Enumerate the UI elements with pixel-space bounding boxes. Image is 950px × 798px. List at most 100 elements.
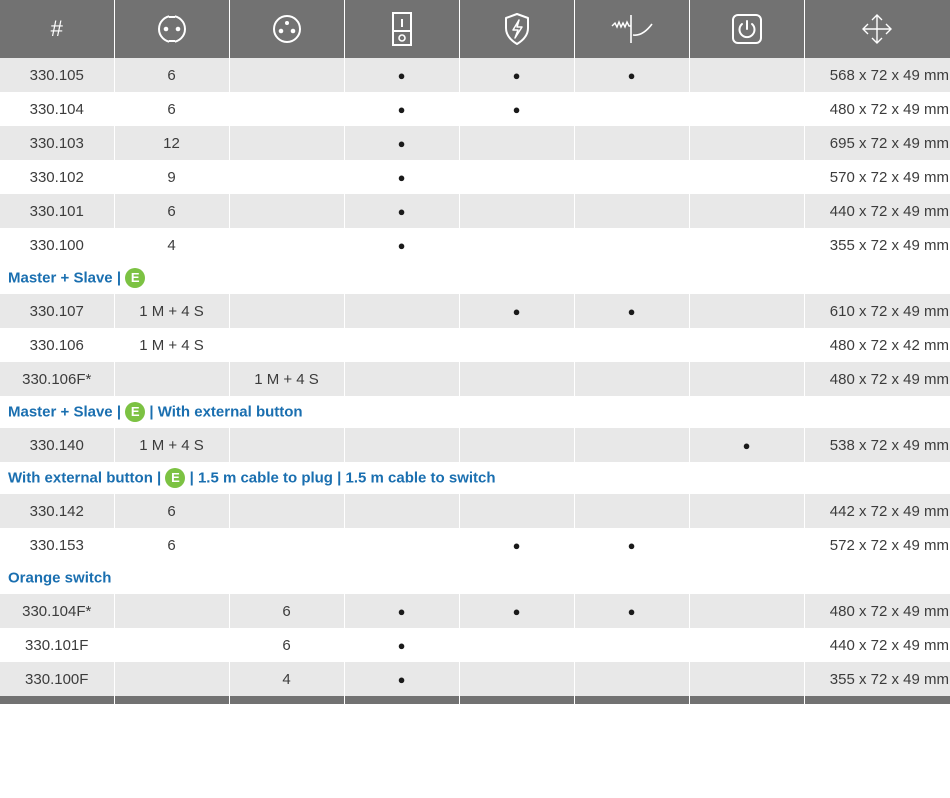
- filter-mark: [574, 160, 690, 194]
- section-title: Master + Slave |: [8, 403, 122, 421]
- section-heading: With external button | E | 1.5 m cable t…: [0, 462, 950, 494]
- french-sockets: [229, 428, 345, 462]
- french-sockets: [229, 494, 345, 528]
- external-button-mark: [689, 594, 805, 628]
- surge-protection-mark: [459, 662, 575, 696]
- french-sockets: 6: [229, 628, 345, 662]
- table-row: 330.140 1 M + 4 S ● 538 x 72 x 49 mm: [0, 428, 950, 462]
- table-row: 330.153 6 ● ● 572 x 72 x 49 mm: [0, 528, 950, 562]
- dimensions: 572 x 72 x 49 mm: [804, 528, 950, 562]
- switch-mark: [344, 328, 460, 362]
- table-row: 330.104 6 ● ● 480 x 72 x 49 mm: [0, 92, 950, 126]
- external-button-mark: [689, 528, 805, 562]
- switch-mark: [344, 528, 460, 562]
- french-sockets: [229, 126, 345, 160]
- surge-protection-mark: [459, 628, 575, 662]
- dimensions: 570 x 72 x 49 mm: [804, 160, 950, 194]
- switch-mark: ●: [344, 662, 460, 696]
- schuko-sockets: [114, 362, 230, 396]
- surge-protection-mark: [459, 160, 575, 194]
- schuko-sockets: 1 M + 4 S: [114, 328, 230, 362]
- table-row: 330.142 6 442 x 72 x 49 mm: [0, 494, 950, 528]
- surge-protection-shield-icon: [459, 0, 575, 58]
- filter-mark: ●: [574, 594, 690, 628]
- french-sockets: [229, 328, 345, 362]
- surge-protection-mark: [459, 494, 575, 528]
- section-title: Master + Slave |: [8, 269, 122, 287]
- schuko-sockets: 1 M + 4 S: [114, 294, 230, 328]
- schuko-sockets: 6: [114, 494, 230, 528]
- french-sockets: [229, 92, 345, 126]
- article-number: 330.142: [0, 494, 115, 528]
- product-table-page: # 330.105 6 ● ● ● 568 x 72 x 49 mm 330.1…: [0, 0, 950, 798]
- dimensions: 538 x 72 x 49 mm: [804, 428, 950, 462]
- section-title: With external button |: [8, 469, 162, 487]
- schuko-socket-icon: [114, 0, 230, 58]
- schuko-sockets: 6: [114, 58, 230, 92]
- article-number: 330.101F: [0, 628, 115, 662]
- dimensions: 355 x 72 x 49 mm: [804, 662, 950, 696]
- external-button-mark: ●: [689, 428, 805, 462]
- surge-protection-mark: [459, 362, 575, 396]
- header-row: #: [0, 0, 950, 58]
- power-button-icon: [689, 0, 805, 58]
- dimensions: 440 x 72 x 49 mm: [804, 194, 950, 228]
- column-header-number: #: [0, 0, 115, 58]
- article-number: 330.102: [0, 160, 115, 194]
- dimensions: 568 x 72 x 49 mm: [804, 58, 950, 92]
- table-row: 330.101F 6 ● 440 x 72 x 49 mm: [0, 628, 950, 662]
- table-row: 330.106 1 M + 4 S 480 x 72 x 42 mm: [0, 328, 950, 362]
- external-button-mark: [689, 628, 805, 662]
- dimensions: 610 x 72 x 49 mm: [804, 294, 950, 328]
- section-heading: Orange switch: [0, 562, 950, 594]
- surge-protection-mark: [459, 194, 575, 228]
- noise-filter-icon: [574, 0, 690, 58]
- switch-mark: ●: [344, 628, 460, 662]
- footer-bar: [0, 696, 950, 704]
- article-number: 330.104F*: [0, 594, 115, 628]
- schuko-sockets: [114, 594, 230, 628]
- table-row: 330.100F 4 ● 355 x 72 x 49 mm: [0, 662, 950, 696]
- filter-mark: [574, 428, 690, 462]
- table-row: 330.102 9 ● 570 x 72 x 49 mm: [0, 160, 950, 194]
- table-row: 330.103 12 ● 695 x 72 x 49 mm: [0, 126, 950, 160]
- surge-protection-mark: ●: [459, 528, 575, 562]
- filter-mark: [574, 494, 690, 528]
- surge-protection-mark: ●: [459, 294, 575, 328]
- product-table: # 330.105 6 ● ● ● 568 x 72 x 49 mm 330.1…: [0, 0, 950, 704]
- switch-mark: ●: [344, 58, 460, 92]
- dimensions: 480 x 72 x 42 mm: [804, 328, 950, 362]
- table-row: 330.104F* 6 ● ● ● 480 x 72 x 49 mm: [0, 594, 950, 628]
- french-sockets: 1 M + 4 S: [229, 362, 345, 396]
- external-button-mark: [689, 662, 805, 696]
- external-button-mark: [689, 194, 805, 228]
- article-number: 330.106F*: [0, 362, 115, 396]
- external-button-mark: [689, 328, 805, 362]
- section-heading: Master + Slave | E | With external butto…: [0, 396, 950, 428]
- product-rows: 330.105 6 ● ● ● 568 x 72 x 49 mm 330.104 6 ● ● 480…: [0, 58, 950, 696]
- switch-mark: ●: [344, 126, 460, 160]
- filter-mark: ●: [574, 58, 690, 92]
- external-button-mark: [689, 160, 805, 194]
- schuko-sockets: [114, 662, 230, 696]
- article-number: 330.103: [0, 126, 115, 160]
- switch-mark: ●: [344, 228, 460, 262]
- section-title-suffix: | 1.5 m cable to plug | 1.5 m cable to s…: [189, 469, 496, 487]
- switch-mark: ●: [344, 594, 460, 628]
- schuko-sockets: 4: [114, 228, 230, 262]
- french-sockets: 6: [229, 594, 345, 628]
- schuko-sockets: 6: [114, 194, 230, 228]
- article-number: 330.100: [0, 228, 115, 262]
- article-number: 330.100F: [0, 662, 115, 696]
- filter-mark: [574, 194, 690, 228]
- french-sockets: 4: [229, 662, 345, 696]
- external-button-mark: [689, 494, 805, 528]
- dimensions: 480 x 72 x 49 mm: [804, 92, 950, 126]
- switch-mark: [344, 428, 460, 462]
- surge-protection-mark: ●: [459, 58, 575, 92]
- surge-protection-mark: [459, 126, 575, 160]
- section-title: Orange switch: [8, 569, 112, 587]
- article-number: 330.107: [0, 294, 115, 328]
- dimensions: 442 x 72 x 49 mm: [804, 494, 950, 528]
- french-sockets: [229, 228, 345, 262]
